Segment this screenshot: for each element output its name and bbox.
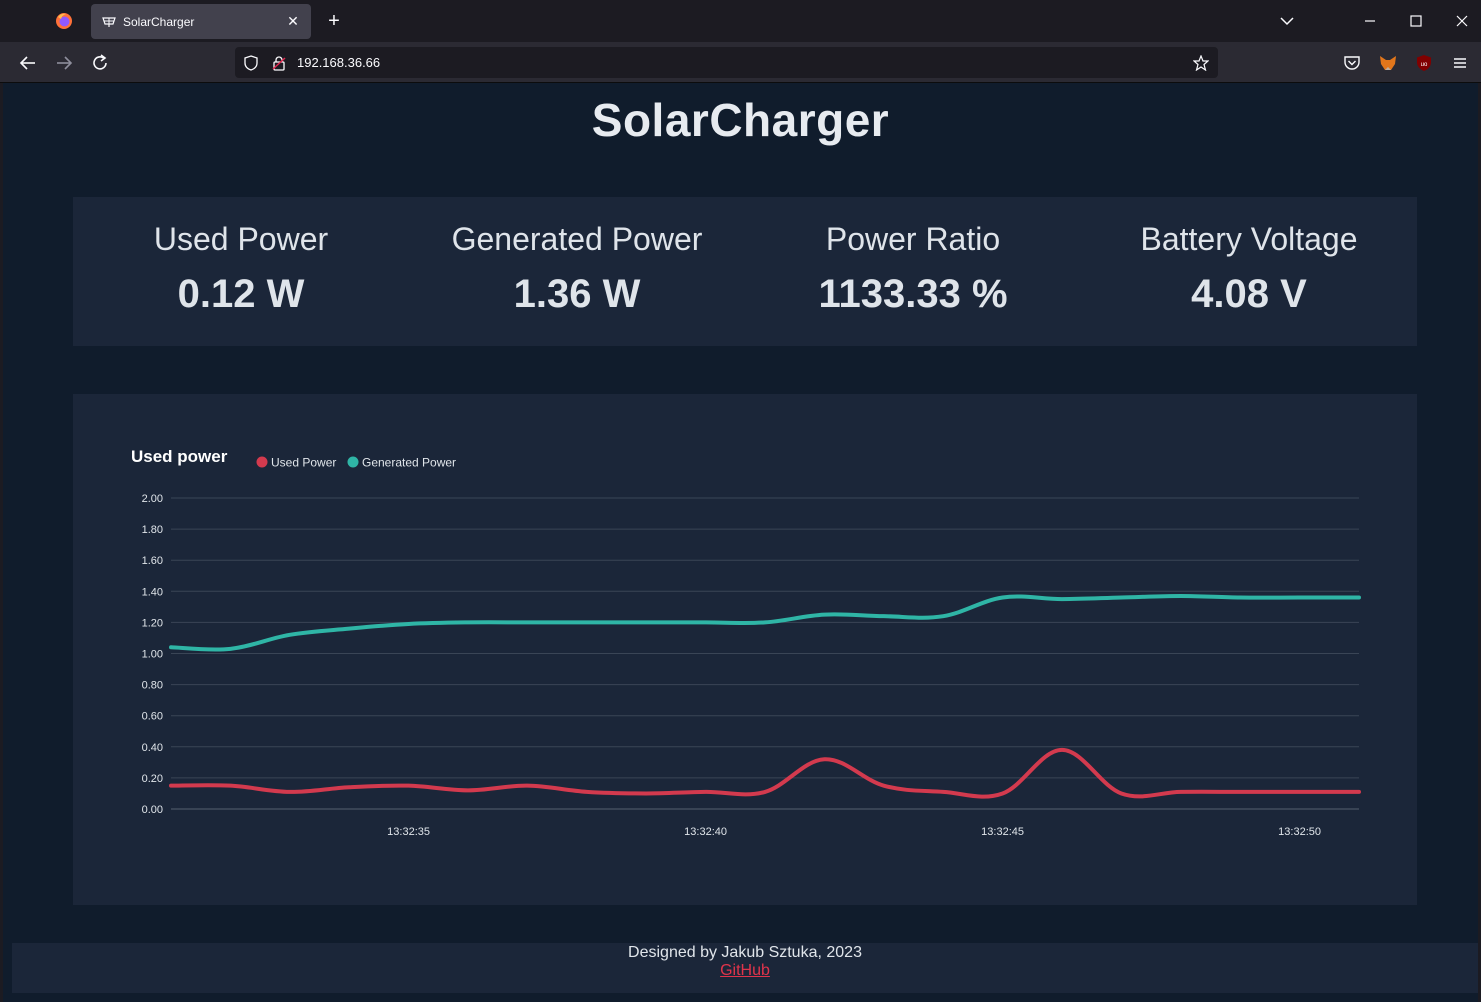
tab-list-chevron-icon[interactable] [1276, 10, 1298, 32]
y-tick-label: 1.00 [142, 649, 163, 661]
stat-battery-voltage: Battery Voltage 4.08 V [1081, 197, 1417, 346]
back-arrow-icon[interactable] [17, 52, 39, 74]
stat-value: 4.08 V [1191, 272, 1307, 316]
svg-text:uo: uo [1421, 62, 1428, 68]
y-tick-label: 1.60 [142, 555, 163, 567]
browser-tab-active[interactable]: SolarCharger ✕ [91, 4, 311, 39]
legend-label[interactable]: Used Power [271, 456, 336, 470]
firefox-logo-icon[interactable] [54, 11, 74, 31]
bookmark-star-icon[interactable] [1193, 55, 1209, 71]
url-text[interactable]: 192.168.36.66 [297, 55, 380, 70]
y-tick-label: 0.80 [142, 680, 163, 692]
footer-credit: Designed by Jakub Sztuka, 2023 [628, 944, 862, 961]
chart-title: Used power [131, 447, 228, 466]
y-tick-label: 0.20 [142, 773, 163, 785]
x-tick-label: 13:32:45 [981, 826, 1024, 838]
browser-tabbar: SolarCharger ✕ + [0, 0, 1481, 42]
tab-title: SolarCharger [123, 14, 195, 29]
ublock-origin-icon[interactable]: uo [1415, 54, 1433, 72]
browser-toolbar: 192.168.36.66 uo [0, 42, 1481, 83]
legend-marker[interactable] [347, 456, 359, 468]
github-link[interactable]: GitHub [720, 962, 770, 980]
metamask-fox-icon[interactable] [1379, 54, 1397, 72]
stat-label: Battery Voltage [1140, 221, 1358, 257]
legend-marker[interactable] [256, 456, 268, 468]
stat-label: Used Power [153, 221, 329, 257]
x-tick-label: 13:32:50 [1278, 826, 1321, 838]
footer: Designed by Jakub Sztuka, 2023 GitHub [12, 943, 1478, 993]
stat-used-power: Used Power 0.12 W [73, 197, 409, 346]
maximize-icon[interactable] [1405, 10, 1427, 32]
series-line[interactable] [169, 747, 1361, 799]
stat-power-ratio: Power Ratio 1133.33 % [745, 197, 1081, 346]
page-title: SolarCharger [591, 94, 890, 146]
x-tick-label: 13:32:40 [684, 826, 727, 838]
y-tick-label: 0.40 [142, 742, 163, 754]
solar-panel-icon [102, 16, 116, 27]
insecure-lock-icon[interactable] [271, 55, 287, 71]
hamburger-menu-icon[interactable] [1451, 54, 1469, 72]
y-tick-label: 2.00 [142, 493, 163, 505]
y-tick-label: 0.60 [142, 711, 163, 723]
y-tick-label: 1.20 [142, 617, 163, 629]
legend-label[interactable]: Generated Power [362, 456, 456, 470]
stat-value: 0.12 W [177, 272, 305, 316]
reload-icon[interactable] [89, 52, 111, 74]
new-tab-button[interactable]: + [322, 9, 346, 33]
page-content: SolarCharger Used Power 0.12 W Generated… [3, 83, 1478, 1002]
x-tick-label: 13:32:35 [387, 826, 430, 838]
y-tick-label: 1.40 [142, 586, 163, 598]
power-line-chart[interactable]: Used power Used Power Generated Power 0.0… [73, 394, 1417, 905]
url-bar[interactable]: 192.168.36.66 [235, 47, 1218, 78]
shield-icon[interactable] [243, 55, 259, 71]
stat-label: Power Ratio [825, 221, 1001, 257]
forward-arrow-icon[interactable] [53, 52, 75, 74]
close-window-icon[interactable] [1451, 10, 1473, 32]
pocket-icon[interactable] [1343, 54, 1361, 72]
y-tick-label: 1.80 [142, 524, 163, 536]
power-chart-card: Used power Used Power Generated Power 0.0… [73, 394, 1417, 905]
minimize-icon[interactable] [1359, 10, 1381, 32]
stat-value: 1.36 W [513, 272, 641, 316]
tab-close-button[interactable]: ✕ [285, 13, 301, 30]
stat-label: Generated Power [451, 221, 703, 257]
stat-value: 1133.33 % [818, 272, 1008, 316]
stat-generated-power: Generated Power 1.36 W [409, 197, 745, 346]
y-tick-label: 0.00 [142, 804, 163, 816]
stats-panel: Used Power 0.12 W Generated Power 1.36 W… [73, 197, 1417, 346]
